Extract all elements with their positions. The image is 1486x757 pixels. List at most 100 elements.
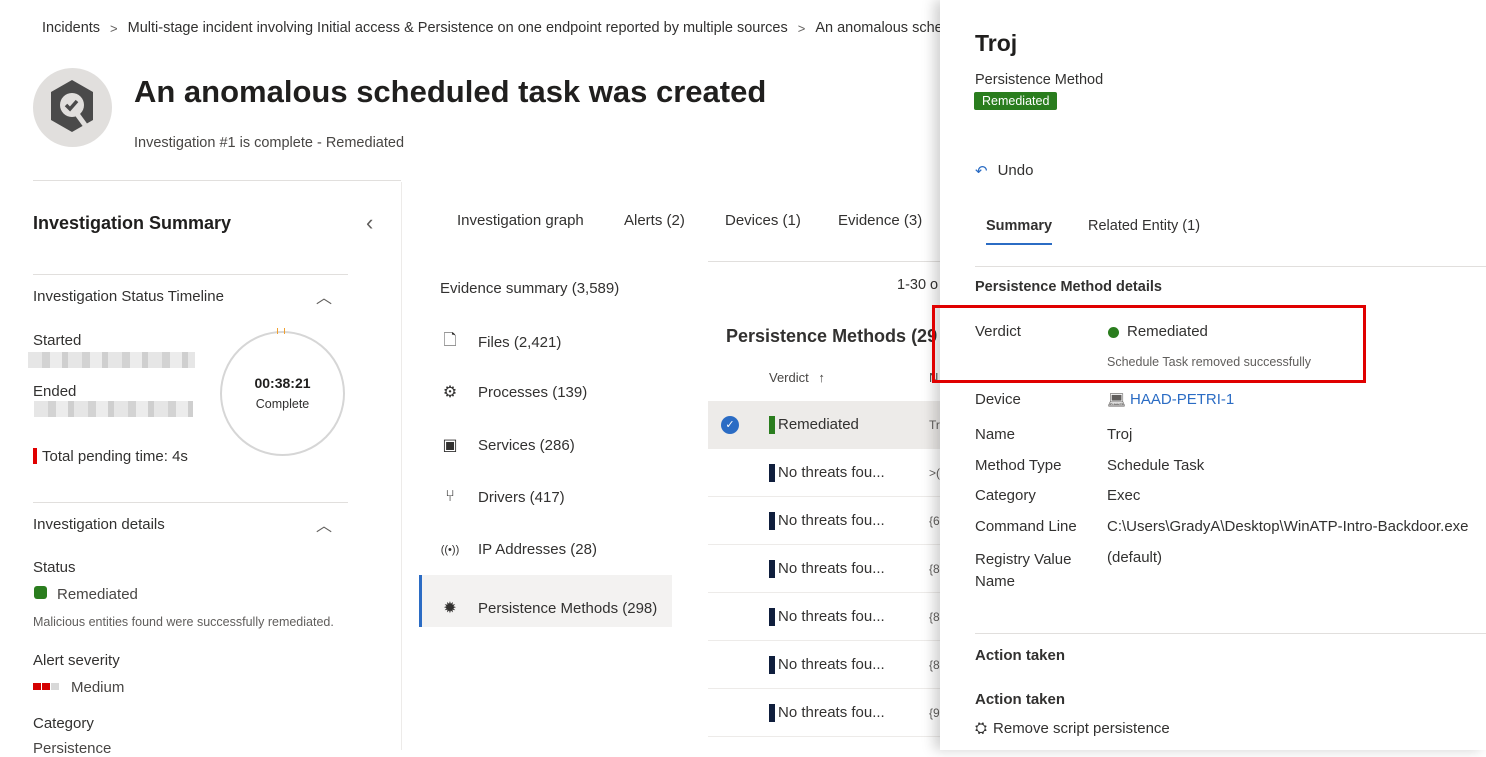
severity-value: Medium — [71, 679, 125, 696]
verdict-note: Schedule Task removed successfully — [1107, 355, 1312, 369]
action-section-title: Action taken — [975, 647, 1066, 664]
name-cell: {9 — [929, 705, 940, 720]
evidence-persistence-methods[interactable]: ✹ Persistence Methods (298) — [440, 598, 657, 618]
service-icon: ▣ — [442, 437, 458, 454]
evidence-drivers[interactable]: ⑂ Drivers (417) — [440, 488, 565, 506]
evidence-ip-addresses[interactable]: ((•)) IP Addresses (28) — [440, 541, 597, 558]
verdict-cell: No threats fou... — [778, 704, 885, 721]
details-title: Investigation details — [33, 516, 165, 533]
status-value: Remediated — [57, 586, 138, 603]
sort-ascending-icon: ↑ — [818, 370, 825, 385]
name-cell: {6 — [929, 513, 940, 528]
panel-entity-type: Persistence Method — [975, 72, 1104, 88]
registry-value-name-value: (default) — [1107, 549, 1163, 566]
tab-investigation-graph[interactable]: Investigation graph — [457, 212, 584, 229]
breadcrumb-incidents[interactable]: Incidents — [42, 20, 100, 36]
verdict-cell: No threats fou... — [778, 560, 885, 577]
evidence-summary[interactable]: Evidence summary (3,589) — [440, 280, 619, 297]
name-cell: >( — [929, 465, 941, 480]
table-row[interactable]: No threats fou... {8 — [708, 545, 948, 593]
breadcrumb-incident[interactable]: Multi-stage incident involving Initial a… — [128, 20, 788, 36]
name-cell: {8 — [929, 657, 940, 672]
tab-devices[interactable]: Devices (1) — [725, 212, 801, 229]
remediated-status-icon — [34, 586, 47, 599]
pending-time: Total pending time: 4s — [42, 448, 188, 465]
verdict-cell: Remediated — [778, 416, 859, 433]
verdict-color-bar — [769, 559, 775, 578]
registry-value-name-label: Registry Value Name — [975, 551, 1072, 590]
duration-state: Complete — [255, 397, 310, 411]
verdict-color-bar — [769, 703, 775, 722]
row-selected-checkbox[interactable]: ✓ — [721, 415, 739, 434]
column-verdict[interactable]: Verdict ↑ — [769, 370, 825, 385]
paging-text: 1-30 o — [897, 277, 939, 293]
summary-title: Investigation Summary — [33, 213, 232, 233]
page-title: An anomalous scheduled task was created — [134, 74, 767, 109]
breadcrumb: Incidents > Multi-stage incident involvin… — [42, 20, 1091, 36]
status-dot-icon — [1108, 327, 1119, 338]
remediated-badge: Remediated — [974, 92, 1058, 110]
chevron-right-icon: > — [110, 20, 118, 36]
device-link[interactable]: 💻︎ HAAD-PETRI-1 — [1107, 391, 1234, 409]
severity-label: Alert severity — [33, 652, 120, 669]
device-label: Device — [975, 391, 1021, 408]
evidence-processes[interactable]: ⚙ Processes (139) — [440, 382, 587, 402]
command-line-value: C:\Users\GradyA\Desktop\WinATP-Intro-Bac… — [1107, 518, 1469, 535]
method-type-value: Schedule Task — [1107, 457, 1205, 474]
command-line-label: Command Line — [975, 518, 1077, 535]
broadcast-icon: ((•)) — [440, 543, 460, 556]
action-icon: ⛭ — [975, 720, 988, 737]
action-label: Action taken — [975, 691, 1066, 708]
table-row[interactable]: ✓ Remediated Tr — [708, 401, 948, 449]
evidence-services[interactable]: ▣ Services (286) — [440, 435, 574, 455]
verdict-label: Verdict — [975, 323, 1021, 340]
highlight-box — [932, 305, 1366, 383]
collapse-chevron-left-icon[interactable]: ‹ — [366, 210, 373, 236]
verdict-color-bar — [769, 607, 775, 626]
verdict-cell: No threats fou... — [778, 464, 885, 481]
tab-related-entity[interactable]: Related Entity (1) — [1088, 218, 1200, 234]
name-label: Name — [975, 426, 1016, 443]
undo-button[interactable]: ↶ Undo — [975, 162, 1033, 180]
laptop-icon: 💻︎ — [1107, 392, 1127, 409]
table-row[interactable]: No threats fou... {9 — [708, 689, 948, 737]
table-row[interactable]: No threats fou... >( — [708, 449, 948, 497]
table-row[interactable]: No threats fou... {6 — [708, 497, 948, 545]
timeline-title: Investigation Status Timeline — [33, 288, 224, 305]
tab-alerts[interactable]: Alerts (2) — [624, 212, 685, 229]
duration-ring: 00:38:21 Complete — [220, 328, 345, 456]
tab-evidence[interactable]: Evidence (3) — [838, 212, 922, 229]
tab-summary[interactable]: Summary — [986, 218, 1053, 245]
chevron-right-icon: > — [797, 20, 806, 36]
evidence-files[interactable]: 🗋 Files (2,421) — [440, 329, 562, 356]
verdict-cell: No threats fou... — [778, 656, 885, 673]
category-label: Category — [975, 487, 1036, 504]
severity-bars-icon — [33, 683, 59, 690]
name-cell: {8 — [929, 561, 940, 576]
status-label: Status — [33, 559, 76, 576]
category-value: Exec — [1107, 487, 1141, 504]
verdict-cell: No threats fou... — [778, 512, 885, 529]
collapse-chevron-up-icon[interactable]: ︿ — [316, 512, 332, 536]
panel-title: Troj — [975, 30, 1018, 56]
detail-panel: Troj Persistence Method Remediated ↶ Undo… — [932, 0, 1486, 750]
bug-icon: ✹ — [443, 600, 457, 617]
file-icon: 🗋 — [443, 332, 457, 349]
collapse-chevron-up-icon[interactable]: ︿ — [316, 284, 332, 308]
details-section-title: Persistence Method details — [975, 279, 1162, 295]
ended-label: Ended — [33, 383, 77, 400]
verdict-cell: No threats fou... — [778, 608, 885, 625]
name-cell: {8 — [929, 609, 940, 624]
table-title: Persistence Methods (29 — [726, 326, 938, 346]
started-label: Started — [33, 332, 82, 349]
verdict-color-bar — [769, 463, 775, 482]
duration: 00:38:21 — [254, 375, 311, 391]
verdict-color-bar — [769, 415, 775, 434]
table-row[interactable]: No threats fou... {8 — [708, 593, 948, 641]
status-description: Malicious entities found were successful… — [33, 615, 334, 629]
investigation-complete-icon — [33, 68, 112, 147]
table-row[interactable]: No threats fou... {8 — [708, 641, 948, 689]
category-value: Persistence — [33, 740, 112, 757]
gear-icon: ⚙ — [442, 384, 458, 401]
verdict-value: Remediated — [1127, 323, 1208, 340]
